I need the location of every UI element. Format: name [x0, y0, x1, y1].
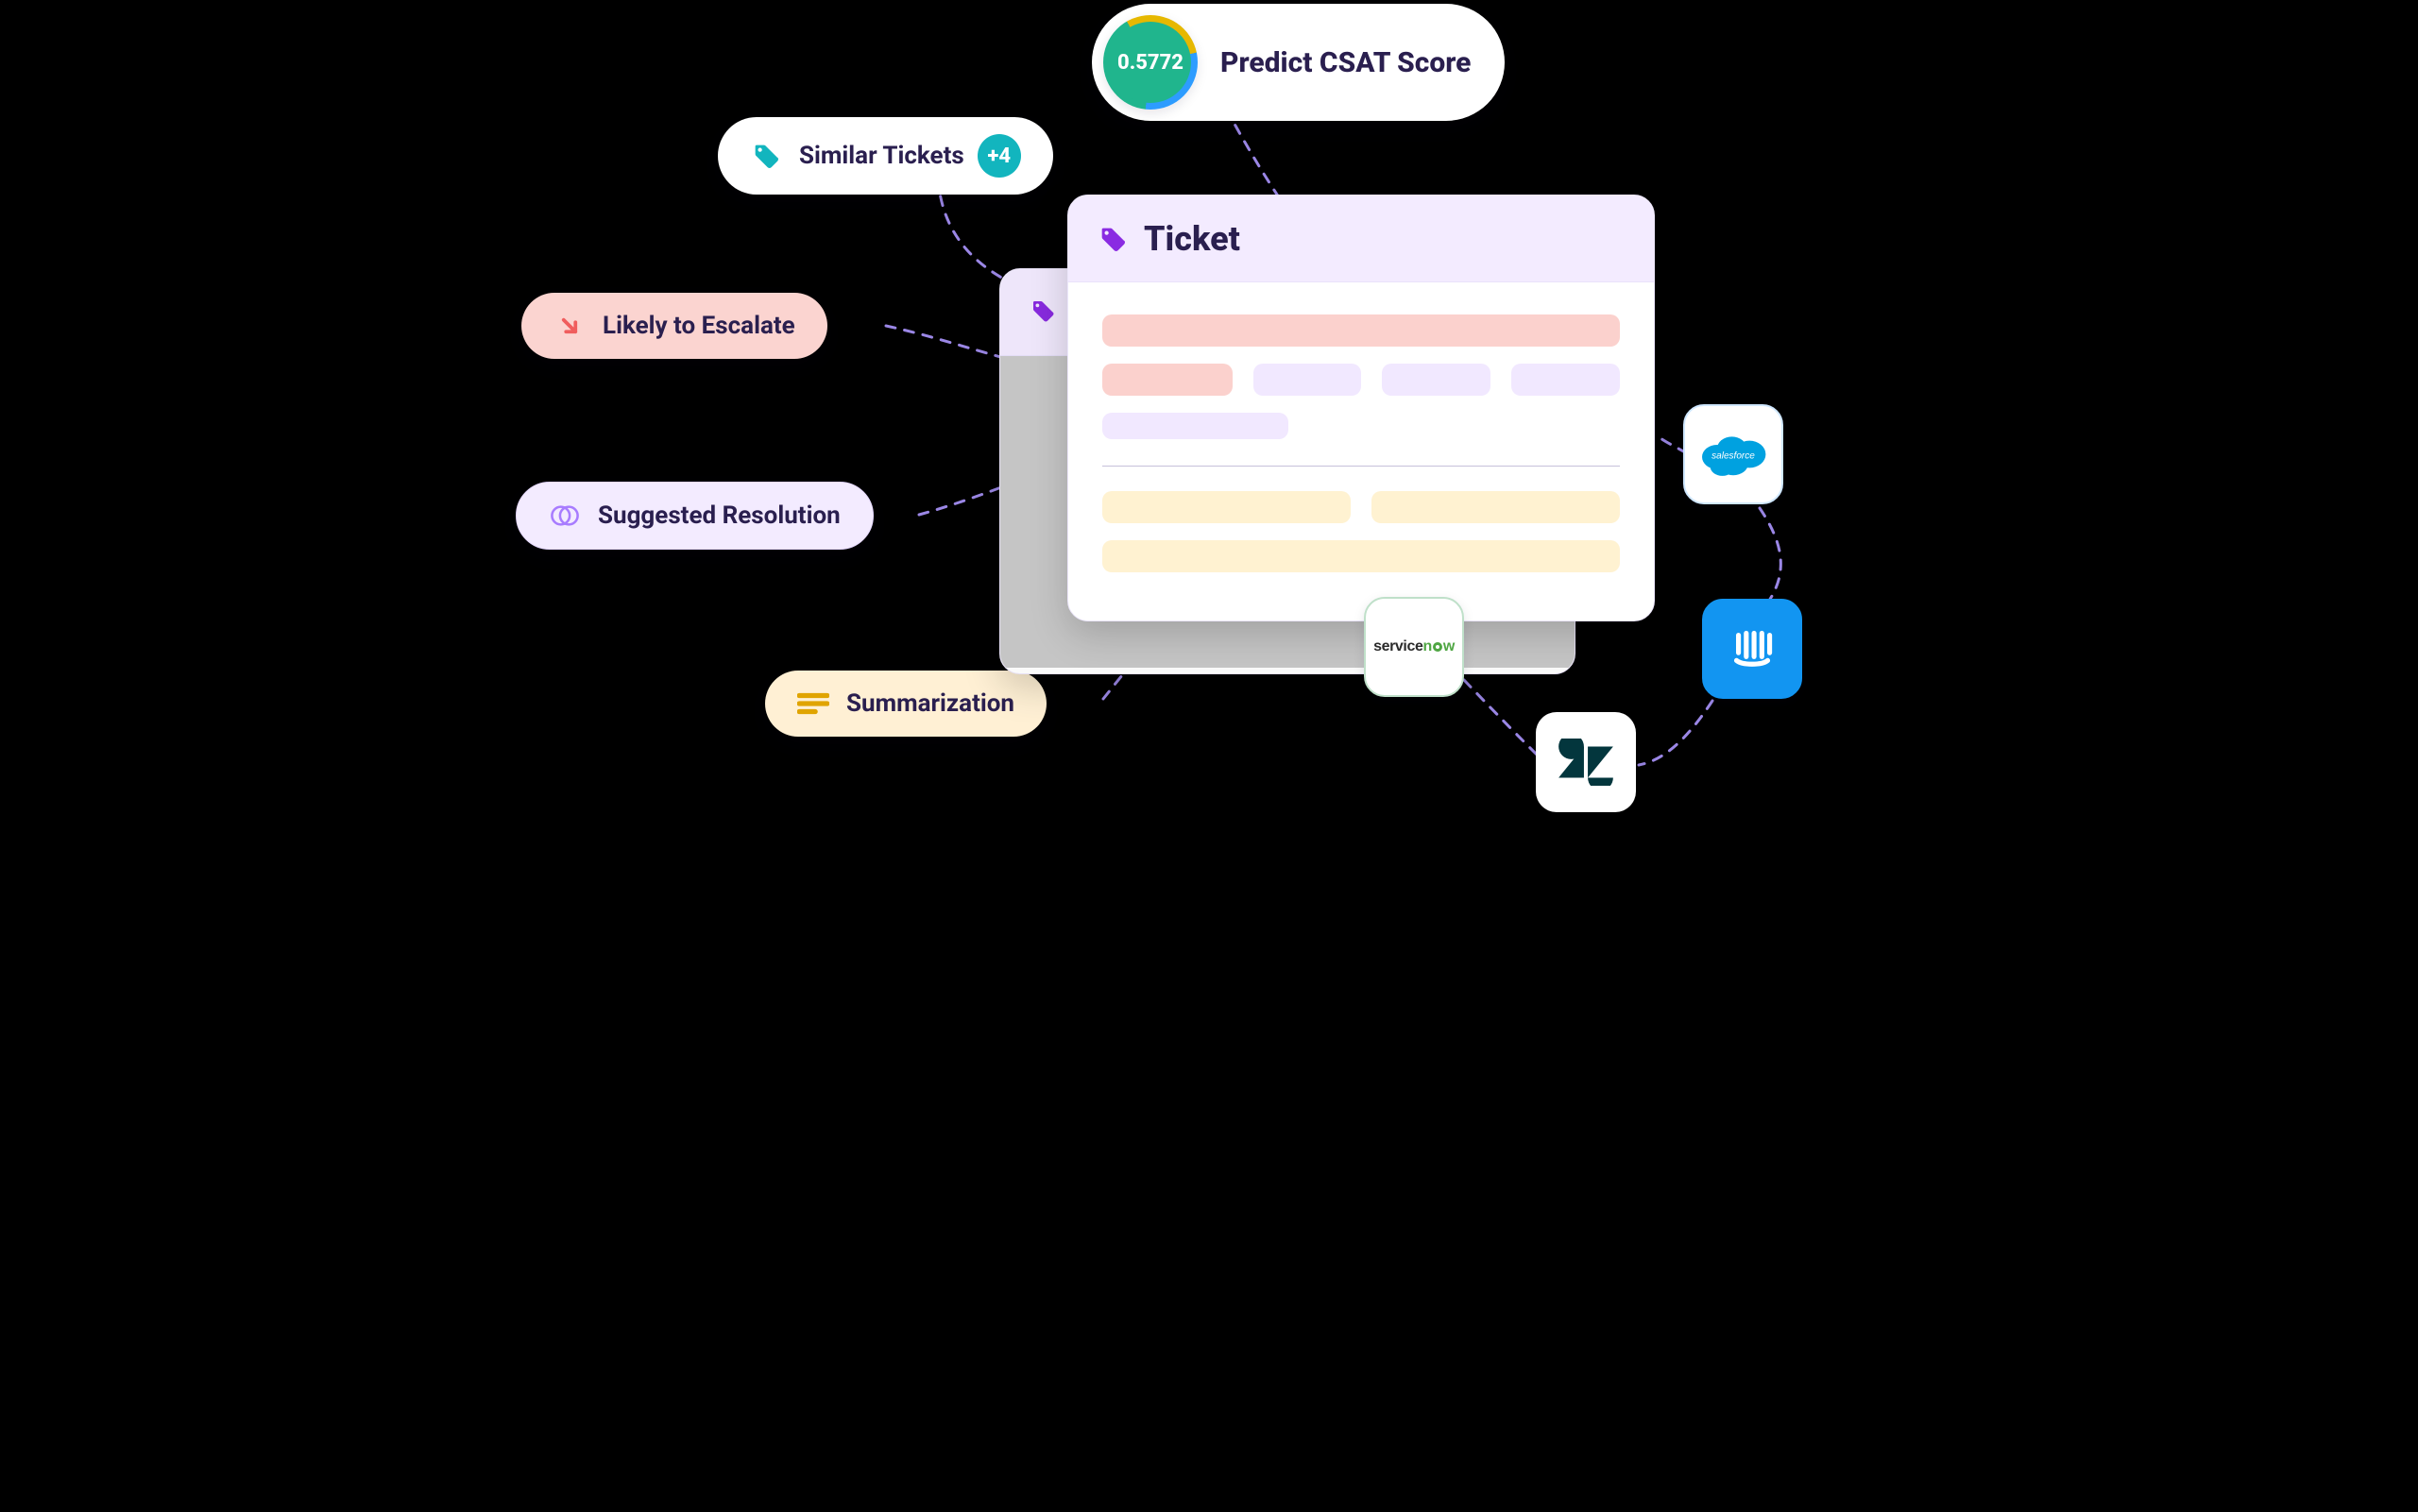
svg-text:salesforce: salesforce [1711, 450, 1755, 461]
placeholder-bar [1102, 314, 1620, 347]
suggested-resolution-label: Suggested Resolution [598, 501, 841, 530]
placeholder-bar [1382, 364, 1490, 396]
escalate-pill: Likely to Escalate [521, 293, 827, 359]
intercom-logo-icon [1721, 618, 1783, 680]
suggested-resolution-pill: Suggested Resolution [516, 482, 874, 550]
csat-gauge-icon: 0.5772 [1103, 15, 1198, 110]
placeholder-bar [1102, 364, 1233, 396]
tag-icon [750, 140, 782, 172]
tag-icon [1097, 223, 1129, 255]
zendesk-logo-icon [1555, 739, 1617, 786]
summary-lines-icon [797, 688, 829, 720]
intercom-tile [1702, 599, 1802, 699]
servicenow-tile: servicenw [1364, 597, 1464, 697]
placeholder-bar [1371, 491, 1620, 523]
summarization-label: Summarization [846, 689, 1014, 718]
placeholder-bar [1102, 491, 1351, 523]
overlap-circles-icon [549, 500, 581, 532]
placeholder-bar [1511, 364, 1620, 396]
zendesk-tile [1536, 712, 1636, 812]
ticket-body [1068, 282, 1654, 610]
placeholder-bar [1102, 540, 1620, 572]
similar-tickets-pill: Similar Tickets +4 [718, 117, 1053, 195]
predict-csat-pill: 0.5772 Predict CSAT Score [1092, 4, 1505, 121]
ticket-card-front: Ticket [1067, 195, 1655, 621]
escalate-label: Likely to Escalate [603, 312, 795, 340]
salesforce-tile: salesforce [1683, 404, 1783, 504]
divider [1102, 466, 1620, 467]
arrow-down-right-icon [553, 310, 586, 342]
csat-label: Predict CSAT Score [1220, 46, 1471, 79]
tag-icon [1029, 297, 1061, 329]
similar-tickets-label: Similar Tickets [799, 142, 964, 170]
servicenow-logo-icon: servicenw [1373, 638, 1455, 655]
placeholder-bar [1253, 364, 1362, 396]
csat-score: 0.5772 [1103, 15, 1198, 110]
placeholder-bar [1102, 413, 1288, 439]
similar-tickets-badge: +4 [978, 134, 1021, 178]
summarization-pill: Summarization [765, 671, 1047, 737]
ticket-title: Ticket [1144, 219, 1240, 259]
diagram-stage: .d{stroke:var(--dash);stroke-width:3;str… [499, 0, 1919, 868]
salesforce-logo-icon: salesforce [1693, 427, 1774, 482]
